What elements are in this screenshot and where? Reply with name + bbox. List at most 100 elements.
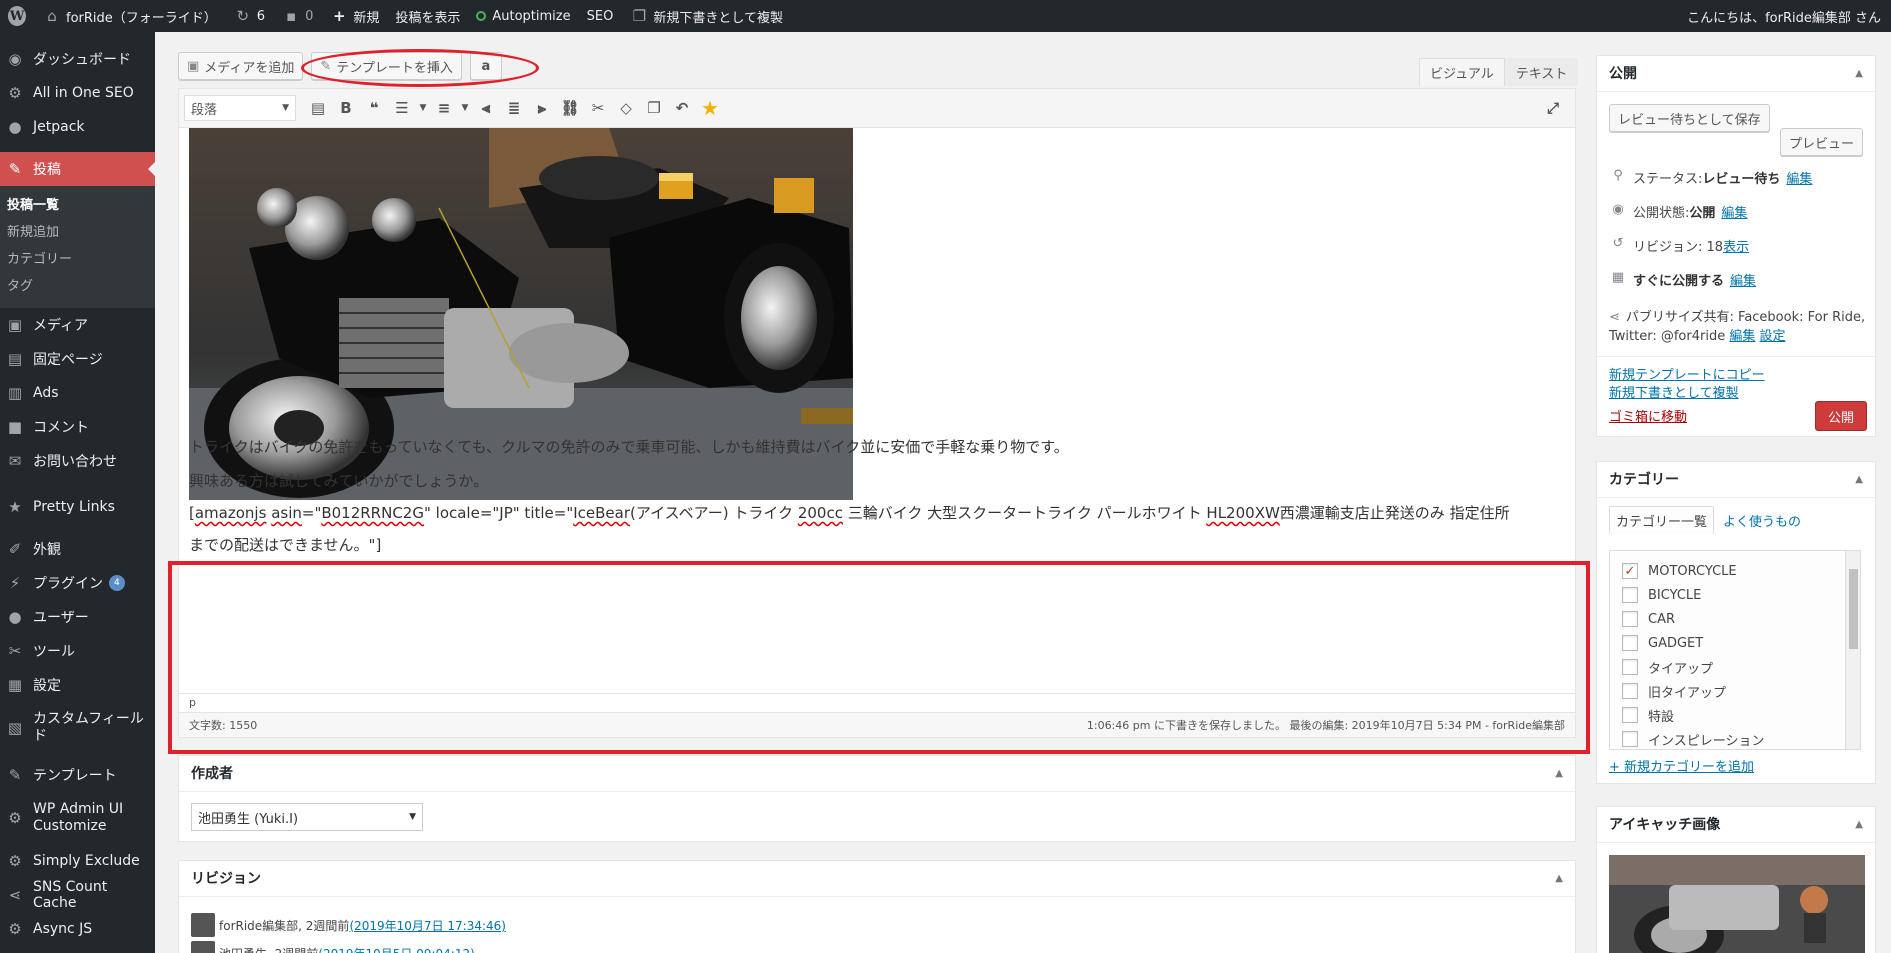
sidebar-item-jetpack[interactable]: ● Jetpack xyxy=(0,110,155,144)
numbered-list-dropdown-icon[interactable]: ▼ xyxy=(458,94,472,122)
comments-link[interactable]: ▪ 0 xyxy=(273,0,321,32)
sidebar-item-simply-exclude[interactable]: ⚙ Simply Exclude xyxy=(0,844,155,878)
sidebar-item-media[interactable]: ▣ メディア xyxy=(0,308,155,342)
tab-all-categories[interactable]: カテゴリー一覧 xyxy=(1609,506,1715,534)
sidebar-item-contact[interactable]: ✉ お問い合わせ xyxy=(0,444,155,478)
sidebar-item-plugins[interactable]: ⚡ プラグイン 4 xyxy=(0,566,155,600)
category-item[interactable]: BICYCLE xyxy=(1610,583,1860,607)
undo-icon[interactable]: ↶ xyxy=(668,94,696,122)
copy-icon[interactable]: ❐ xyxy=(640,94,668,122)
sidebar-item-pages[interactable]: ▤ 固定ページ xyxy=(0,342,155,376)
collapse-arrow-icon[interactable]: ▲ xyxy=(1555,861,1563,897)
align-left-icon[interactable]: ⫷ xyxy=(472,94,500,122)
submenu-tags[interactable]: タグ xyxy=(0,273,155,300)
sidebar-item-sns-count[interactable]: ⋖ SNS Count Cache xyxy=(0,878,155,912)
new-content-link[interactable]: + 新規 xyxy=(321,0,387,32)
checkbox[interactable] xyxy=(1622,731,1638,747)
preview-button[interactable]: プレビュー xyxy=(1780,128,1864,156)
sidebar-item-aioseo[interactable]: ⚙ All in One SEO xyxy=(0,76,155,110)
collapse-arrow-icon[interactable]: ▲ xyxy=(1855,56,1863,92)
sidebar-item-comments[interactable]: ■ コメント xyxy=(0,410,155,444)
category-item[interactable]: 特設 xyxy=(1610,703,1860,727)
edit-status-link[interactable]: 編集 xyxy=(1786,168,1812,187)
author-box-title[interactable]: 作成者 ▲ xyxy=(179,756,1575,792)
sidebar-item-appearance[interactable]: ✐ 外観 xyxy=(0,532,155,566)
add-media-button[interactable]: ▣ メディアを追加 xyxy=(178,52,304,80)
category-box-title[interactable]: カテゴリー ▲ xyxy=(1597,462,1875,498)
category-item[interactable]: インスピレーション xyxy=(1610,727,1860,749)
submenu-all-posts[interactable]: 投稿一覧 xyxy=(0,192,155,219)
submenu-add-new[interactable]: 新規追加 xyxy=(0,219,155,246)
save-review-button[interactable]: レビュー待ちとして保存 xyxy=(1609,104,1770,132)
sidebar-item-users[interactable]: ● ユーザー xyxy=(0,600,155,634)
fullscreen-icon[interactable]: ⤢ xyxy=(1539,94,1567,122)
account-greeting[interactable]: こんにちは、forRide編集部 さん xyxy=(1679,0,1891,32)
star-icon[interactable]: ★ xyxy=(696,94,724,122)
category-item[interactable]: ✓ MOTORCYCLE xyxy=(1610,559,1860,583)
category-item[interactable]: GADGET xyxy=(1610,631,1860,655)
sidebar-item-custom-fields[interactable]: ▧ カスタムフィールド xyxy=(0,702,155,754)
sidebar-item-tools[interactable]: ✂ ツール xyxy=(0,634,155,668)
wordpress-logo-icon[interactable]: W xyxy=(0,0,34,32)
eraser-icon[interactable]: ◇ xyxy=(612,94,640,122)
collapse-arrow-icon[interactable]: ▲ xyxy=(1855,807,1863,843)
format-select[interactable]: 段落 ▼ xyxy=(184,95,296,121)
trash-link[interactable]: ゴミ箱に移動 xyxy=(1609,406,1687,425)
sidebar-item-settings[interactable]: ▦ 設定 xyxy=(0,668,155,702)
add-category-link[interactable]: + 新規カテゴリーを追加 xyxy=(1609,756,1754,775)
tab-popular-categories[interactable]: よく使うもの xyxy=(1717,506,1807,534)
featured-image-box-title[interactable]: アイキャッチ画像 ▲ xyxy=(1597,807,1875,843)
tab-visual[interactable]: ビジュアル xyxy=(1419,58,1505,86)
revisions-box-title[interactable]: リビジョン ▲ xyxy=(179,861,1575,897)
bullet-list-icon[interactable]: ☰ xyxy=(388,94,416,122)
checkbox[interactable] xyxy=(1622,587,1638,603)
category-scrollbar[interactable] xyxy=(1845,551,1860,749)
edit-visibility-link[interactable]: 編集 xyxy=(1721,202,1747,221)
tab-text[interactable]: テキスト xyxy=(1504,58,1579,86)
collapse-arrow-icon[interactable]: ▲ xyxy=(1855,462,1863,498)
revision-link[interactable]: (2019年10月7日 17:34:46) xyxy=(349,917,506,934)
edit-schedule-link[interactable]: 編集 xyxy=(1730,270,1756,289)
category-item[interactable]: タイアップ xyxy=(1610,655,1860,679)
copy-draft-link[interactable]: 新規下書きとして複製 xyxy=(1609,382,1739,401)
sidebar-item-async-js[interactable]: ⚙ Async JS xyxy=(0,912,155,946)
autoptimize-link[interactable]: Autoptimize xyxy=(468,0,578,32)
sidebar-item-dashboard[interactable]: ◉ ダッシュボード xyxy=(0,42,155,76)
sidebar-item-templates[interactable]: ✎ テンプレート xyxy=(0,758,155,792)
copy-draft-link[interactable]: ❐ 新規下書きとして複製 xyxy=(621,0,791,32)
publicize-settings-link[interactable]: 設定 xyxy=(1760,329,1786,344)
publish-button[interactable]: 公開 xyxy=(1815,401,1867,431)
paste-icon[interactable]: ▤ xyxy=(304,94,332,122)
align-center-icon[interactable]: ≣ xyxy=(500,94,528,122)
featured-image-thumbnail[interactable] xyxy=(1609,855,1865,953)
edit-publicize-link[interactable]: 編集 xyxy=(1729,329,1755,344)
copy-template-link[interactable]: 新規テンプレートにコピー xyxy=(1609,364,1765,383)
checkbox[interactable]: ✓ xyxy=(1622,563,1638,579)
bullet-list-dropdown-icon[interactable]: ▼ xyxy=(416,94,430,122)
category-item[interactable]: 旧タイアップ xyxy=(1610,679,1860,703)
checkbox[interactable] xyxy=(1622,683,1638,699)
link-icon[interactable]: ⛓ xyxy=(556,94,584,122)
bold-icon[interactable]: B xyxy=(332,94,360,122)
seo-link[interactable]: SEO xyxy=(579,0,622,32)
checkbox[interactable] xyxy=(1622,635,1638,651)
unlink-icon[interactable]: ✂ xyxy=(584,94,612,122)
collapse-arrow-icon[interactable]: ▲ xyxy=(1555,756,1563,792)
author-select[interactable]: 池田勇生 (Yuki.I) ▼ xyxy=(191,803,423,831)
checkbox[interactable] xyxy=(1622,659,1638,675)
view-post-link[interactable]: 投稿を表示 xyxy=(387,0,468,32)
blockquote-icon[interactable]: ❝ xyxy=(360,94,388,122)
sidebar-item-posts[interactable]: ✎ 投稿 xyxy=(0,152,155,186)
numbered-list-icon[interactable]: ≡ xyxy=(430,94,458,122)
revision-link[interactable]: (2019年10月5日 09:04:12) xyxy=(318,945,475,953)
site-name-link[interactable]: ⌂ forRide（フォーライド） xyxy=(34,0,225,32)
sidebar-item-ads[interactable]: ▥ Ads xyxy=(0,376,155,410)
updates-link[interactable]: ↻ 6 xyxy=(225,0,273,32)
category-item[interactable]: CAR xyxy=(1610,607,1860,631)
submenu-categories[interactable]: カテゴリー xyxy=(0,246,155,273)
publish-box-title[interactable]: 公開 ▲ xyxy=(1597,56,1875,92)
checkbox[interactable] xyxy=(1622,611,1638,627)
sidebar-item-pretty-links[interactable]: ★ Pretty Links xyxy=(0,490,155,524)
view-revisions-link[interactable]: 表示 xyxy=(1723,236,1749,255)
checkbox[interactable] xyxy=(1622,707,1638,723)
